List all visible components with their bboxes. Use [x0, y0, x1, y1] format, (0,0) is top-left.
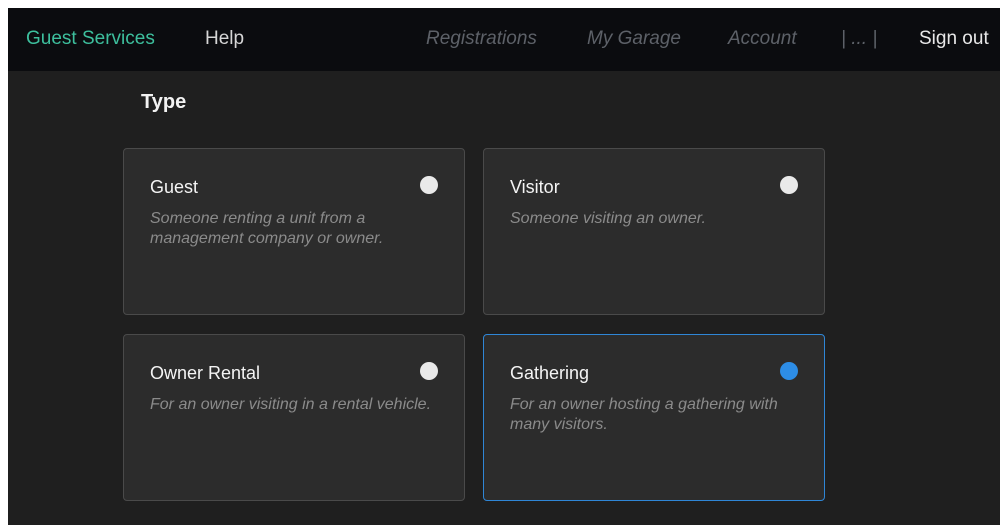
type-option-visitor[interactable]: Visitor Someone visiting an owner.	[483, 148, 825, 315]
type-option-owner-rental[interactable]: Owner Rental For an owner visiting in a …	[123, 334, 465, 501]
nav-help[interactable]: Help	[205, 28, 244, 50]
type-option-guest[interactable]: Guest Someone renting a unit from a mana…	[123, 148, 465, 315]
nav-guest-services[interactable]: Guest Services	[26, 28, 155, 50]
nav-sign-out[interactable]: Sign out	[919, 28, 989, 50]
radio-button-selected[interactable]	[780, 362, 798, 380]
option-description: Someone visiting an owner.	[510, 210, 706, 227]
nav-account[interactable]: Account	[728, 28, 797, 50]
radio-button[interactable]	[420, 176, 438, 194]
section-title: Type	[141, 91, 187, 113]
nav-separator: | ... |	[841, 28, 878, 49]
option-description: Someone renting a unit from a management…	[150, 210, 384, 247]
nav-my-garage[interactable]: My Garage	[587, 28, 681, 50]
radio-button[interactable]	[420, 362, 438, 380]
option-description: For an owner hosting a gathering with ma…	[510, 396, 778, 433]
nav-registrations[interactable]: Registrations	[426, 28, 537, 50]
option-description: For an owner visiting in a rental vehicl…	[150, 396, 432, 413]
option-title: Gathering	[510, 363, 590, 383]
option-title: Visitor	[510, 177, 560, 197]
option-title: Owner Rental	[150, 363, 261, 383]
type-option-gathering[interactable]: Gathering For an owner hosting a gatheri…	[483, 334, 825, 501]
app-window: Guest Services Help Registrations My Gar…	[8, 8, 1000, 525]
option-title: Guest	[150, 177, 199, 197]
radio-button[interactable]	[780, 176, 798, 194]
top-navigation-bar: Guest Services Help Registrations My Gar…	[8, 8, 1000, 71]
